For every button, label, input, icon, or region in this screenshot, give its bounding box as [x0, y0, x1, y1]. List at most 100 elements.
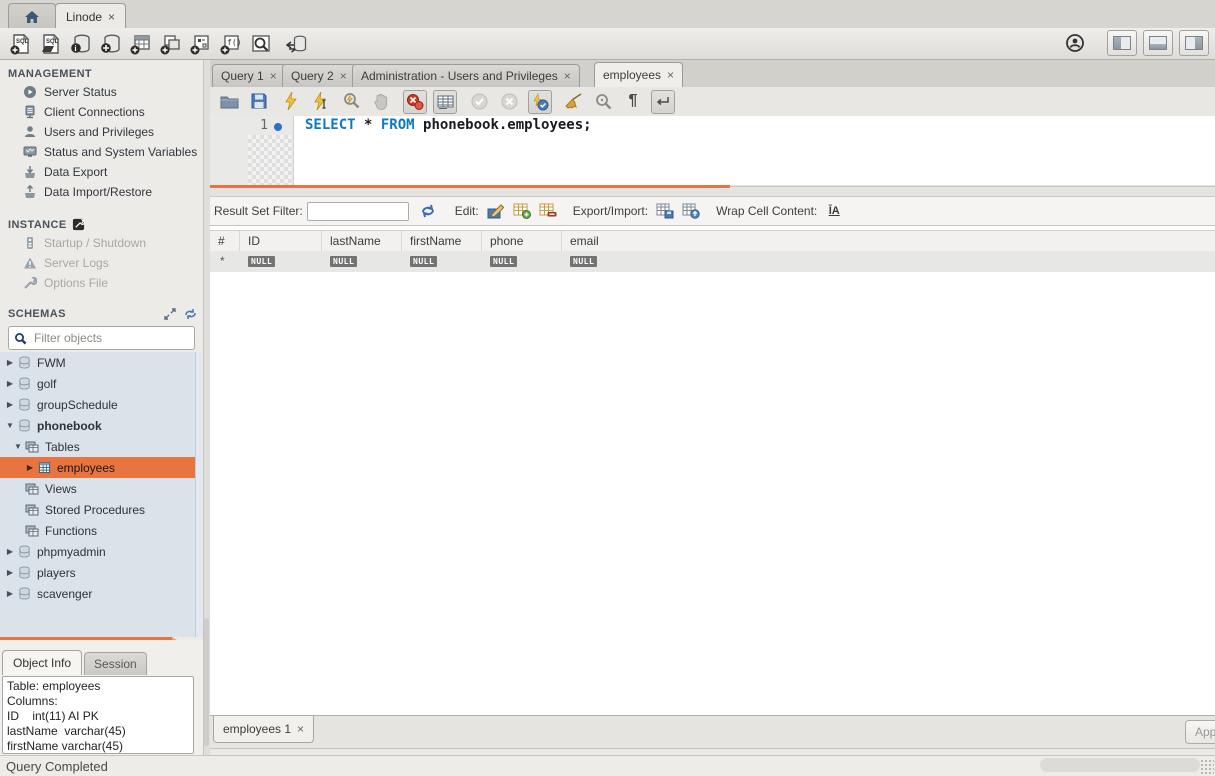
tab-result-employees-1[interactable]: employees 1 ×: [213, 716, 314, 743]
column-header-rownum[interactable]: #: [210, 231, 240, 251]
import-records-button[interactable]: [680, 201, 702, 221]
connection-tab[interactable]: Linode ×: [55, 3, 126, 29]
null-value-badge[interactable]: NULL: [490, 256, 517, 267]
add-row-button[interactable]: [511, 201, 533, 221]
sidebar-item-server-logs[interactable]: Server Logs: [0, 253, 203, 273]
sql-code-line[interactable]: SELECT * FROM phonebook.employees;: [305, 117, 592, 133]
column-header-firstname[interactable]: firstName: [402, 231, 482, 251]
tab-query-2[interactable]: Query 2 ×: [282, 64, 356, 87]
close-icon[interactable]: ×: [564, 69, 571, 83]
sidebar-item-data-export[interactable]: Data Export: [0, 162, 203, 182]
sql-editor[interactable]: 1 SELECT * FROM phonebook.employees;: [210, 116, 1215, 185]
collapse-arrow-icon[interactable]: ▼: [12, 442, 24, 451]
toggle-autocommit-button[interactable]: [528, 90, 552, 114]
expand-schemas-icon[interactable]: [164, 308, 176, 320]
beautify-query-button[interactable]: [562, 90, 584, 112]
search-table-data-button[interactable]: [246, 31, 276, 57]
table-employees[interactable]: ▶employees: [0, 457, 203, 478]
refresh-results-icon[interactable]: [417, 201, 439, 221]
toggle-left-panel-button[interactable]: [1107, 30, 1137, 56]
tab-session[interactable]: Session: [84, 652, 147, 675]
toggle-right-panel-button[interactable]: [1179, 30, 1209, 56]
null-value-badge[interactable]: NULL: [410, 256, 437, 267]
null-value-badge[interactable]: NULL: [248, 256, 275, 267]
folder-tables[interactable]: ▼Tables: [0, 436, 203, 457]
stop-query-button[interactable]: [370, 90, 392, 112]
tab-object-info[interactable]: Object Info: [2, 650, 82, 675]
expand-arrow-icon[interactable]: ▶: [4, 379, 16, 388]
close-icon[interactable]: ×: [340, 69, 347, 83]
sidebar-item-users-privileges[interactable]: Users and Privileges: [0, 122, 203, 142]
find-button[interactable]: [592, 90, 614, 112]
explain-plan-button[interactable]: [340, 90, 362, 112]
export-results-button[interactable]: [654, 201, 676, 221]
create-function-button[interactable]: f(): [216, 31, 246, 57]
panel-divider-grip[interactable]: [204, 618, 209, 746]
expand-arrow-icon[interactable]: ▶: [4, 568, 16, 577]
sidebar-item-server-status[interactable]: Server Status: [0, 82, 203, 102]
open-file-button[interactable]: [218, 90, 240, 112]
expand-arrow-icon[interactable]: ▶: [4, 400, 16, 409]
tree-scrollbar[interactable]: [195, 352, 203, 637]
resize-grip[interactable]: [1200, 759, 1214, 775]
column-header-id[interactable]: ID: [240, 231, 322, 251]
schema-filter-input[interactable]: [32, 330, 191, 346]
close-icon[interactable]: ×: [270, 69, 277, 83]
expand-arrow-icon[interactable]: ▶: [4, 358, 16, 367]
schema-groupschedule[interactable]: ▶groupSchedule: [0, 394, 203, 415]
edit-cell-button[interactable]: [485, 201, 507, 221]
null-value-badge[interactable]: NULL: [570, 256, 597, 267]
create-view-button[interactable]: [156, 31, 186, 57]
tab-employees[interactable]: employees ×: [594, 62, 683, 87]
collapse-arrow-icon[interactable]: ▼: [4, 421, 16, 430]
wrap-cell-content-button[interactable]: ĪA: [823, 201, 845, 221]
execute-current-statement-button[interactable]: [310, 90, 332, 112]
sidebar-item-client-connections[interactable]: Client Connections: [0, 102, 203, 122]
schema-golf[interactable]: ▶golf: [0, 373, 203, 394]
horizontal-scrollbar-thumb[interactable]: [1040, 758, 1200, 772]
close-icon[interactable]: ×: [667, 68, 674, 82]
close-icon[interactable]: ×: [108, 10, 115, 24]
schema-scavenger[interactable]: ▶scavenger: [0, 583, 203, 604]
new-row-placeholder[interactable]: * NULL NULL NULL NULL NULL: [210, 251, 1215, 272]
inspect-database-button[interactable]: i: [66, 31, 96, 57]
column-header-lastname[interactable]: lastName: [322, 231, 402, 251]
toggle-word-wrap-button[interactable]: [651, 90, 675, 114]
folder-views[interactable]: Views: [0, 478, 203, 499]
toggle-stop-on-error-button[interactable]: [403, 90, 427, 114]
tab-administration[interactable]: Administration - Users and Privileges ×: [352, 64, 580, 87]
commit-button[interactable]: [468, 90, 490, 112]
create-schema-button[interactable]: [96, 31, 126, 57]
rollback-button[interactable]: [498, 90, 520, 112]
sidebar-item-options-file[interactable]: Options File: [0, 273, 203, 293]
column-header-phone[interactable]: phone: [482, 231, 562, 251]
column-header-email[interactable]: email: [562, 231, 1215, 251]
toggle-invisible-chars-button[interactable]: ¶: [622, 90, 644, 112]
open-sql-script-button[interactable]: SQL: [36, 31, 66, 57]
schema-phpmyadmin[interactable]: ▶phpmyadmin: [0, 541, 203, 562]
execute-query-button[interactable]: [280, 90, 302, 112]
expand-arrow-icon[interactable]: ▶: [4, 589, 16, 598]
create-routine-button[interactable]: [186, 31, 216, 57]
apply-button[interactable]: Apply: [1185, 720, 1215, 744]
new-sql-tab-button[interactable]: SQL: [6, 31, 36, 57]
delete-row-button[interactable]: [537, 201, 559, 221]
expand-arrow-icon[interactable]: ▶: [24, 463, 36, 472]
folder-stored-procedures[interactable]: Stored Procedures: [0, 499, 203, 520]
result-filter-input[interactable]: [307, 202, 409, 221]
create-table-button[interactable]: [126, 31, 156, 57]
toggle-bottom-panel-button[interactable]: [1143, 30, 1173, 56]
null-value-badge[interactable]: NULL: [330, 256, 357, 267]
save-script-button[interactable]: [248, 90, 270, 112]
reconnect-dbms-button[interactable]: [282, 31, 312, 57]
expand-arrow-icon[interactable]: ▶: [4, 547, 16, 556]
sidebar-item-data-import[interactable]: Data Import/Restore: [0, 182, 203, 202]
limit-rows-button[interactable]: [433, 90, 457, 114]
refresh-schemas-icon[interactable]: [184, 308, 197, 320]
home-tab[interactable]: [8, 3, 56, 29]
sidebar-item-startup-shutdown[interactable]: Startup / Shutdown: [0, 233, 203, 253]
tab-query-1[interactable]: Query 1 ×: [212, 64, 286, 87]
schema-phonebook[interactable]: ▼phonebook: [0, 415, 203, 436]
sidebar-item-status-system-variables[interactable]: Status and System Variables: [0, 142, 203, 162]
folder-functions[interactable]: Functions: [0, 520, 203, 541]
